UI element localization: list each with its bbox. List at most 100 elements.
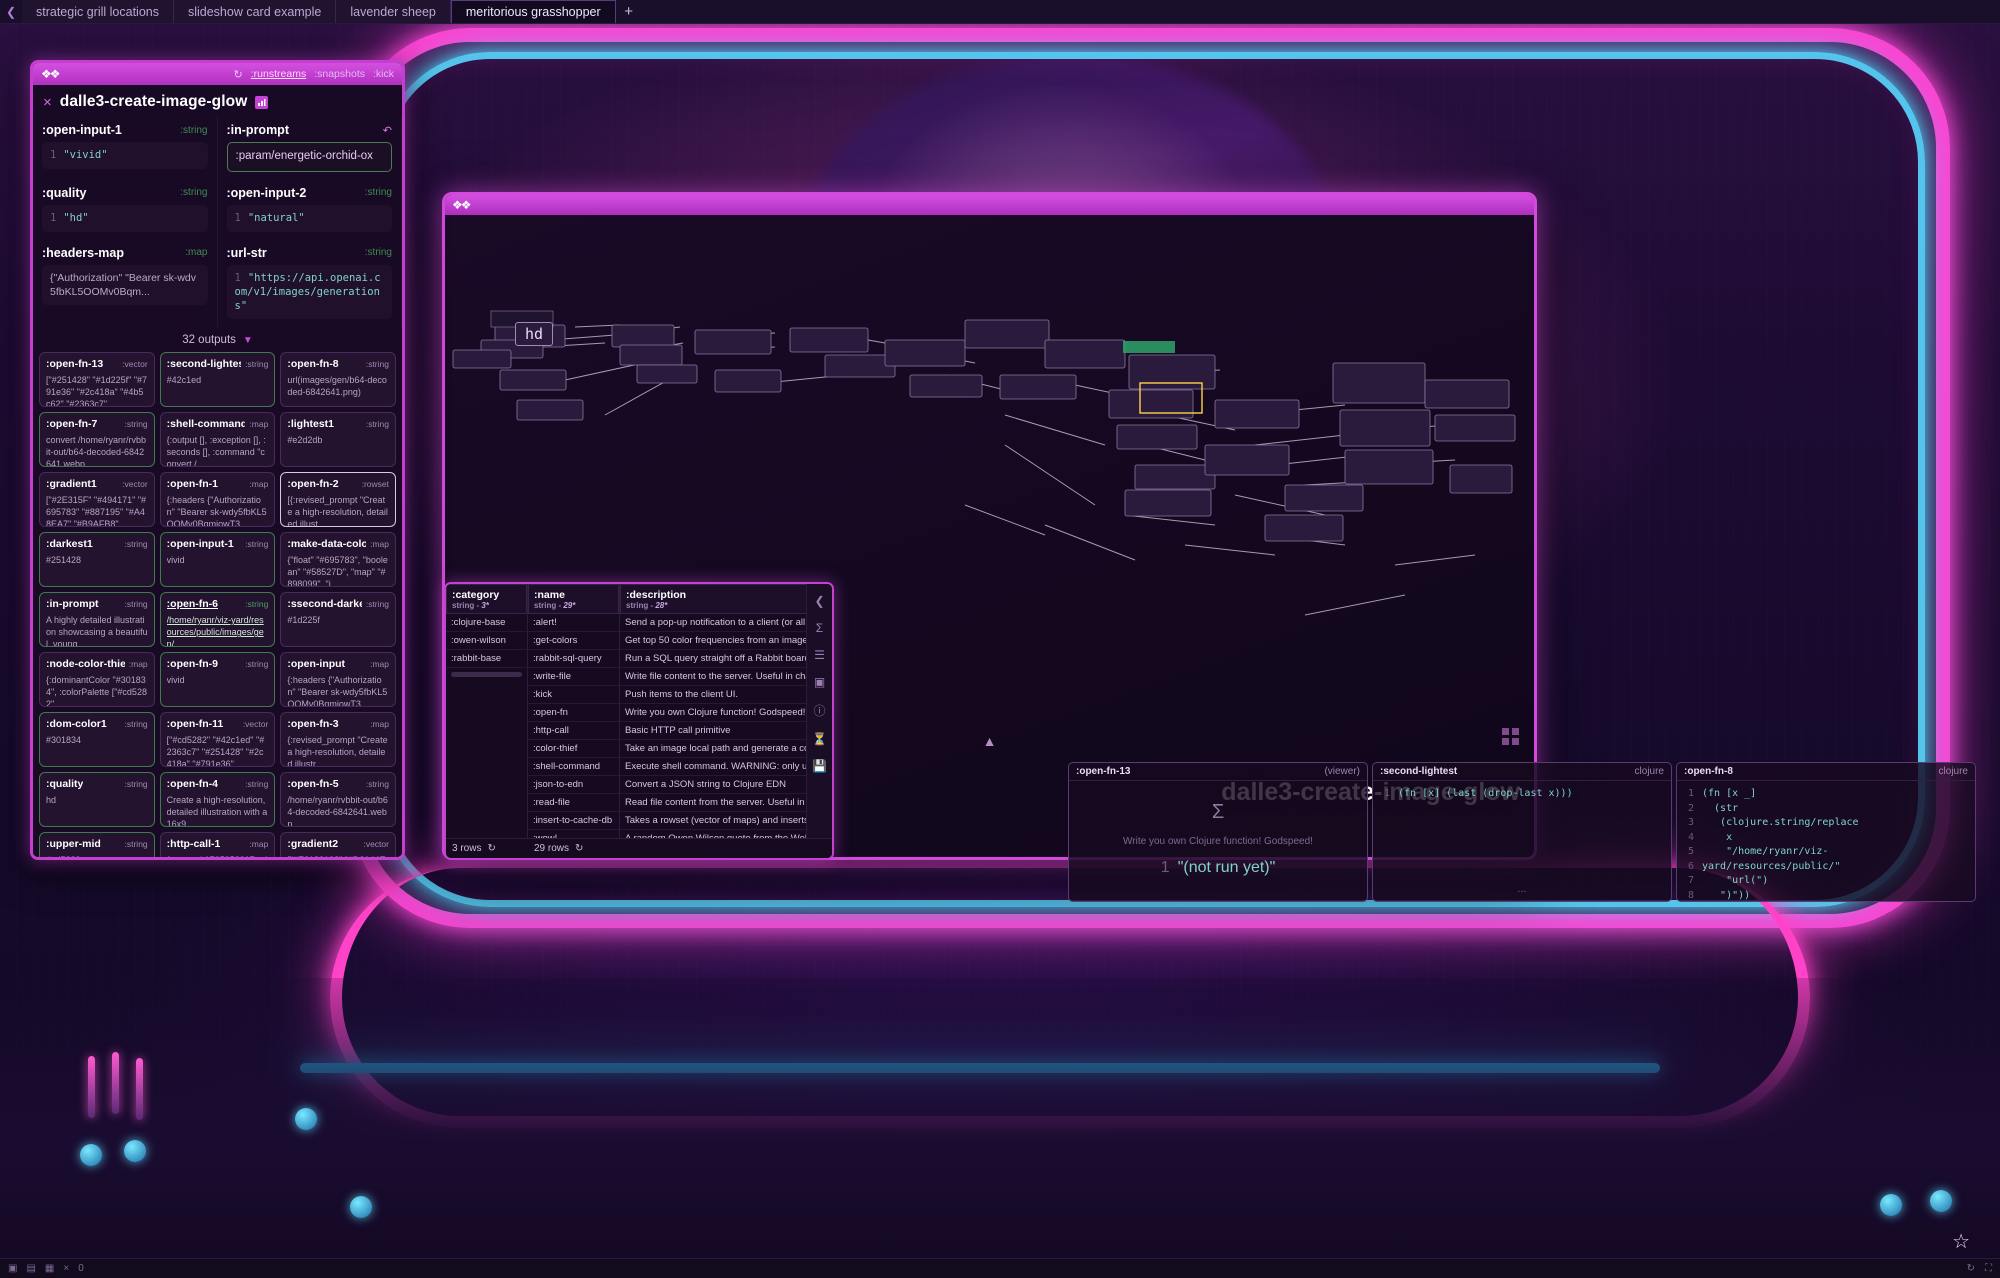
output-card[interactable]: :upper-mid:string #cd5282 — [39, 832, 155, 857]
star-icon[interactable]: ☆ — [1952, 1229, 1970, 1254]
table-row[interactable]: :insert-to-cache-db — [528, 812, 619, 830]
column-header-description[interactable]: :description string - 28* — [620, 584, 831, 614]
window-icon[interactable]: ▦ — [45, 1263, 54, 1274]
output-card[interactable]: :darkest1:string #251428 — [39, 532, 155, 588]
table-row[interactable]: Write you own Clojure function! Godspeed… — [620, 704, 831, 722]
table-row[interactable]: Run a SQL query straight off a Rabbit bo… — [620, 650, 831, 668]
horizontal-scrollbar[interactable] — [451, 672, 522, 677]
refresh-icon[interactable]: ↻ — [234, 68, 243, 81]
table-row[interactable]: :open-fn — [528, 704, 619, 722]
palette-icon[interactable]: ▣ — [814, 675, 825, 689]
io-value[interactable]: 1 "natural" — [226, 204, 392, 232]
output-card[interactable]: :open-fn-6:string/home/ryanr/viz-yard/re… — [159, 592, 276, 648]
output-card[interactable]: :in-prompt:string A highly detailed illus… — [39, 592, 155, 648]
output-card[interactable]: :open-fn-1:map {:headers {"Authorization"… — [159, 472, 276, 528]
table-row[interactable]: :rabbit-base — [446, 650, 527, 668]
code-panel-body[interactable]: 1 (fn [x] (last (drop-last x))) — [1373, 781, 1671, 808]
table-row[interactable]: Take an image local path and generate a … — [620, 740, 831, 758]
table-row[interactable]: :kick — [528, 686, 619, 704]
canvas-node-hd[interactable]: hd — [515, 322, 554, 346]
table-row[interactable]: :clojure-base — [446, 614, 527, 632]
drag-handle-icon[interactable]: ❖❖ — [41, 67, 60, 81]
output-card[interactable]: :open-fn-7:string convert /home/ryanr/rvb… — [39, 412, 155, 468]
io-open-input-1[interactable]: :open-input-1:string 1 "vivid" — [33, 117, 218, 180]
io-value[interactable]: :param/energetic-orchid-ox — [226, 142, 392, 172]
table-row[interactable]: Push items to the client UI. — [620, 686, 831, 704]
code-panel-open-fn-13[interactable]: :open-fn-13 (viewer) Σ Write you own Clo… — [1068, 762, 1368, 902]
output-card[interactable]: :shell-command-1:map {:output [], :except… — [159, 412, 276, 468]
column-header-name[interactable]: :name string - 29* — [528, 584, 619, 614]
output-card[interactable]: :ssecond-darkest:string #1d225f — [280, 592, 396, 648]
table-row[interactable]: :get-colors — [528, 632, 619, 650]
output-card[interactable]: :open-fn-3:map {:revised_prompt "Create a… — [280, 712, 396, 768]
refresh-icon[interactable]: ↻ — [575, 843, 583, 854]
table-row[interactable]: :shell-command — [528, 758, 619, 776]
info-icon[interactable]: ⓘ — [813, 702, 825, 719]
terminal-icon[interactable]: ▤ — [26, 1263, 35, 1274]
output-card[interactable]: :open-fn-8:string url(images/gen/b64-deco… — [280, 352, 396, 408]
drag-handle-icon[interactable]: ❖❖ — [452, 198, 471, 212]
tab-snapshots[interactable]: :snapshots — [314, 68, 365, 80]
output-card[interactable]: :open-fn-2:rowset [{:revised_prompt "Crea… — [280, 472, 396, 528]
close-icon[interactable]: × — [43, 95, 52, 110]
fullscreen-icon[interactable]: ⛶ — [1985, 1263, 1992, 1274]
flow-panel-titlebar[interactable]: ❖❖ ↻ :runstreams :snapshots :kick — [33, 63, 402, 85]
chevron-up-icon[interactable]: ▲ — [983, 733, 997, 749]
output-card[interactable]: :second-lightest:string #42c1ed — [159, 352, 276, 408]
table-row[interactable]: Takes a rowset (vector of maps) and inse… — [620, 812, 831, 830]
canvas-titlebar[interactable]: ❖❖ — [445, 195, 1534, 215]
outputs-toggle[interactable]: 32 outputs ▼ — [33, 327, 402, 352]
table-row[interactable]: :rabbit-sql-query — [528, 650, 619, 668]
code-panel-body[interactable]: 1 (fn [x _] 2 (str 3 (clojure.string/replac… — [1677, 781, 1975, 901]
clock-icon[interactable]: ⏳ — [812, 732, 827, 746]
output-card[interactable]: :dom-color1:string #301834 — [39, 712, 155, 768]
table-row[interactable]: :read-file — [528, 794, 619, 812]
io-value[interactable]: 1 "hd" — [42, 204, 208, 232]
column-header-category[interactable]: :category string - 3* — [446, 584, 527, 614]
browser-tab-2[interactable]: lavender sheep — [336, 0, 451, 23]
table-row[interactable]: :alert! — [528, 614, 619, 632]
io-value[interactable]: 1 "vivid" — [42, 142, 208, 169]
io-url-str[interactable]: :url-str:string 1 "https://api.openai.com… — [218, 239, 402, 328]
list-icon[interactable]: ☰ — [814, 648, 825, 662]
io-value[interactable]: 1 "https://api.openai.com/v1/images/gener… — [226, 264, 392, 320]
output-card[interactable]: :open-fn-5:string/home/ryanr/rvbbit-out/… — [280, 772, 396, 828]
table-row[interactable]: Send a pop-up notification to a client (… — [620, 614, 831, 632]
output-card[interactable]: :gradient2:vector ["#E2182128" "#D3144EC"… — [280, 832, 396, 857]
save-icon[interactable]: 💾 — [812, 759, 827, 773]
close-icon[interactable]: × — [63, 1263, 69, 1274]
browser-tab-3[interactable]: meritorious grasshopper — [450, 0, 616, 23]
tab-runstreams[interactable]: :runstreams — [251, 68, 306, 80]
table-row[interactable]: :owen-wilson — [446, 632, 527, 650]
bar-chart-icon[interactable] — [255, 95, 269, 109]
output-card[interactable]: :open-fn-11:vector ["#cd5282" "#42c1ed" "… — [159, 712, 276, 768]
refresh-icon[interactable]: ↻ — [487, 843, 495, 854]
code-panel-open-fn-8[interactable]: :open-fn-8 clojure 1 (fn [x _] 2 (str 3 (cl… — [1676, 762, 1976, 902]
output-card[interactable]: :open-fn-13:vector ["#251428" "#1d225f" "… — [39, 352, 155, 408]
output-card[interactable]: :open-fn-9:string vivid — [159, 652, 276, 708]
output-card[interactable]: :quality:string hd — [39, 772, 155, 828]
chevron-left-icon[interactable]: ❮ — [0, 0, 22, 23]
chevron-down-icon[interactable]: ▼ — [243, 335, 253, 346]
table-row[interactable]: :color-thief — [528, 740, 619, 758]
output-card[interactable]: :gradient1:vector ["#2E315F" "#494171" "#… — [39, 472, 155, 528]
output-card[interactable]: :make-data-colors:map {"float" "#695783",… — [280, 532, 396, 588]
output-card[interactable]: :lightest1:string #e2d2db — [280, 412, 396, 468]
table-row[interactable]: Write file content to the server. Useful… — [620, 668, 831, 686]
undo-icon[interactable]: ↶ — [383, 124, 392, 137]
io-in-prompt[interactable]: :in-prompt ↶ :param/energetic-orchid-ox — [218, 117, 402, 180]
chevron-left-icon[interactable]: ❮ — [814, 594, 824, 608]
browser-tab-0[interactable]: strategic grill locations — [22, 0, 174, 23]
table-row[interactable]: Convert a JSON string to Clojure EDN — [620, 776, 831, 794]
sync-icon[interactable]: ↻ — [1967, 1263, 1975, 1274]
table-row[interactable]: :http-call — [528, 722, 619, 740]
output-card[interactable]: :node-color-thief-js:map {:dominantColor … — [39, 652, 155, 708]
file-icon[interactable]: ▣ — [8, 1263, 17, 1274]
output-card[interactable]: :open-input-1:string vivid — [159, 532, 276, 588]
io-headers-map[interactable]: :headers-map:map {"Authorization" "Beare… — [33, 239, 218, 328]
table-row[interactable]: Basic HTTP call primitive — [620, 722, 831, 740]
table-row[interactable]: :json-to-edn — [528, 776, 619, 794]
table-row[interactable]: :write-file — [528, 668, 619, 686]
code-panel-second-lightest[interactable]: :second-lightest clojure 1 (fn [x] (last … — [1372, 762, 1672, 902]
table-row[interactable]: Read file content from the server. Usefu… — [620, 794, 831, 812]
